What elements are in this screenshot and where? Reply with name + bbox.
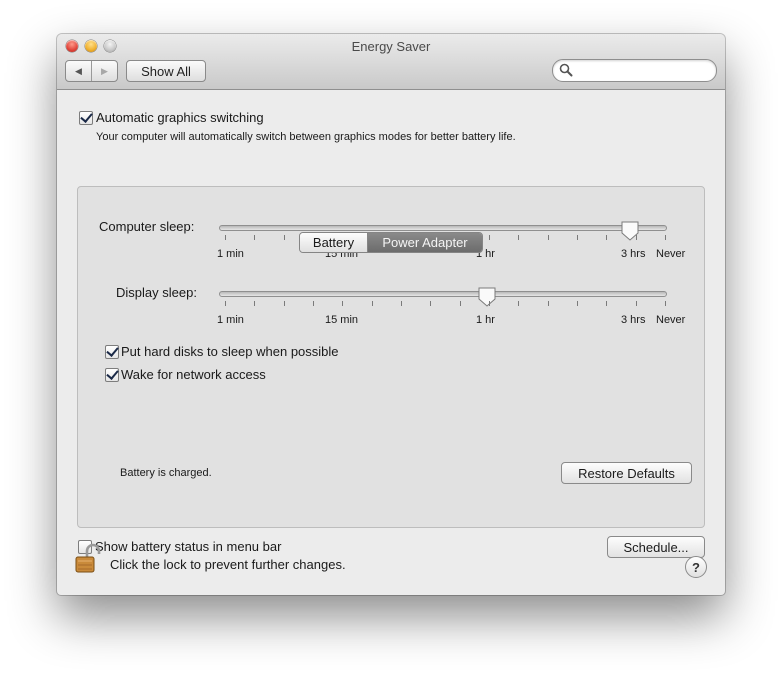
title-bar: Energy Saver ◀ ▶ Show All	[57, 34, 725, 90]
slider-tick	[635, 301, 637, 306]
slider-tick	[518, 235, 520, 240]
slider-tick	[371, 301, 373, 306]
wake-network-checkbox[interactable]	[105, 368, 119, 382]
tick-label: Never	[656, 314, 686, 326]
tab-power-adapter[interactable]: Power Adapter	[368, 233, 482, 252]
slider-tick	[489, 301, 490, 306]
battery-status-text: Battery is charged.	[120, 467, 212, 479]
slider-tick	[547, 235, 549, 240]
slider-tick	[225, 235, 226, 240]
slider-tick	[665, 235, 666, 240]
tick-label: 3 hrs	[621, 248, 646, 260]
hard-disk-sleep-checkbox[interactable]	[105, 345, 119, 359]
search-input[interactable]	[577, 62, 709, 80]
preferences-content: Automatic graphics switching Your comput…	[57, 90, 725, 595]
slider-tick	[430, 301, 432, 306]
restore-defaults-button[interactable]: Restore Defaults	[561, 462, 692, 484]
tick-label: 1 hr	[476, 314, 495, 326]
menu-bar-battery-label: Show battery status in menu bar	[95, 539, 282, 554]
tick-label: 1 min	[217, 314, 244, 326]
tick-label: 1 min	[217, 248, 244, 260]
power-source-tabs: Battery Power Adapter	[299, 232, 483, 253]
graphics-switching-label: Automatic graphics switching	[96, 110, 264, 125]
display-sleep-label: Display sleep:	[116, 285, 197, 300]
slider-tick	[254, 235, 256, 240]
slider-tick	[254, 301, 256, 306]
tick-label: 3 hrs	[621, 314, 646, 326]
forward-button[interactable]: ▶	[92, 61, 117, 81]
slider-tick	[606, 235, 608, 240]
slider-tick	[283, 235, 285, 240]
computer-sleep-slider-track[interactable]	[219, 225, 667, 231]
back-button[interactable]: ◀	[66, 61, 92, 81]
back-arrow-icon: ◀	[75, 65, 82, 76]
help-button[interactable]: ?	[685, 556, 707, 578]
search-field[interactable]	[552, 59, 717, 82]
slider-tick	[547, 301, 549, 306]
hard-disk-sleep-label: Put hard disks to sleep when possible	[121, 344, 339, 359]
tick-label: Never	[656, 248, 686, 260]
display-sleep-slider-knob[interactable]	[478, 287, 496, 307]
slider-tick	[577, 301, 578, 306]
slider-tick	[577, 235, 578, 240]
tick-label: 15 min	[325, 314, 359, 326]
energy-saver-window: Energy Saver ◀ ▶ Show All Automatic grap…	[57, 34, 725, 595]
slider-tick	[606, 301, 608, 306]
wake-network-label: Wake for network access	[121, 367, 266, 382]
slider-tick	[313, 301, 314, 306]
show-all-button[interactable]: Show All	[126, 60, 206, 82]
lock-open-icon[interactable]	[74, 543, 104, 575]
slider-tick	[635, 235, 637, 240]
slider-tick	[283, 301, 285, 306]
slider-tick	[665, 301, 666, 306]
tab-battery[interactable]: Battery	[300, 233, 368, 252]
slider-tick	[401, 301, 402, 306]
window-title: Energy Saver	[351, 39, 431, 54]
display-sleep-slider-track[interactable]	[219, 291, 667, 297]
lock-message: Click the lock to prevent further change…	[110, 557, 346, 572]
graphics-switching-checkbox[interactable]	[79, 111, 93, 125]
forward-arrow-icon: ▶	[101, 65, 108, 76]
slider-tick	[342, 301, 344, 306]
slider-tick	[225, 301, 226, 306]
schedule-button[interactable]: Schedule...	[607, 536, 705, 558]
slider-tick	[518, 301, 520, 306]
graphics-switching-description: Your computer will automatically switch …	[96, 131, 516, 143]
slider-tick	[489, 235, 490, 240]
nav-back-forward: ◀ ▶	[65, 60, 118, 82]
slider-tick	[459, 301, 461, 306]
computer-sleep-label: Computer sleep:	[99, 219, 195, 234]
search-icon	[559, 63, 573, 77]
